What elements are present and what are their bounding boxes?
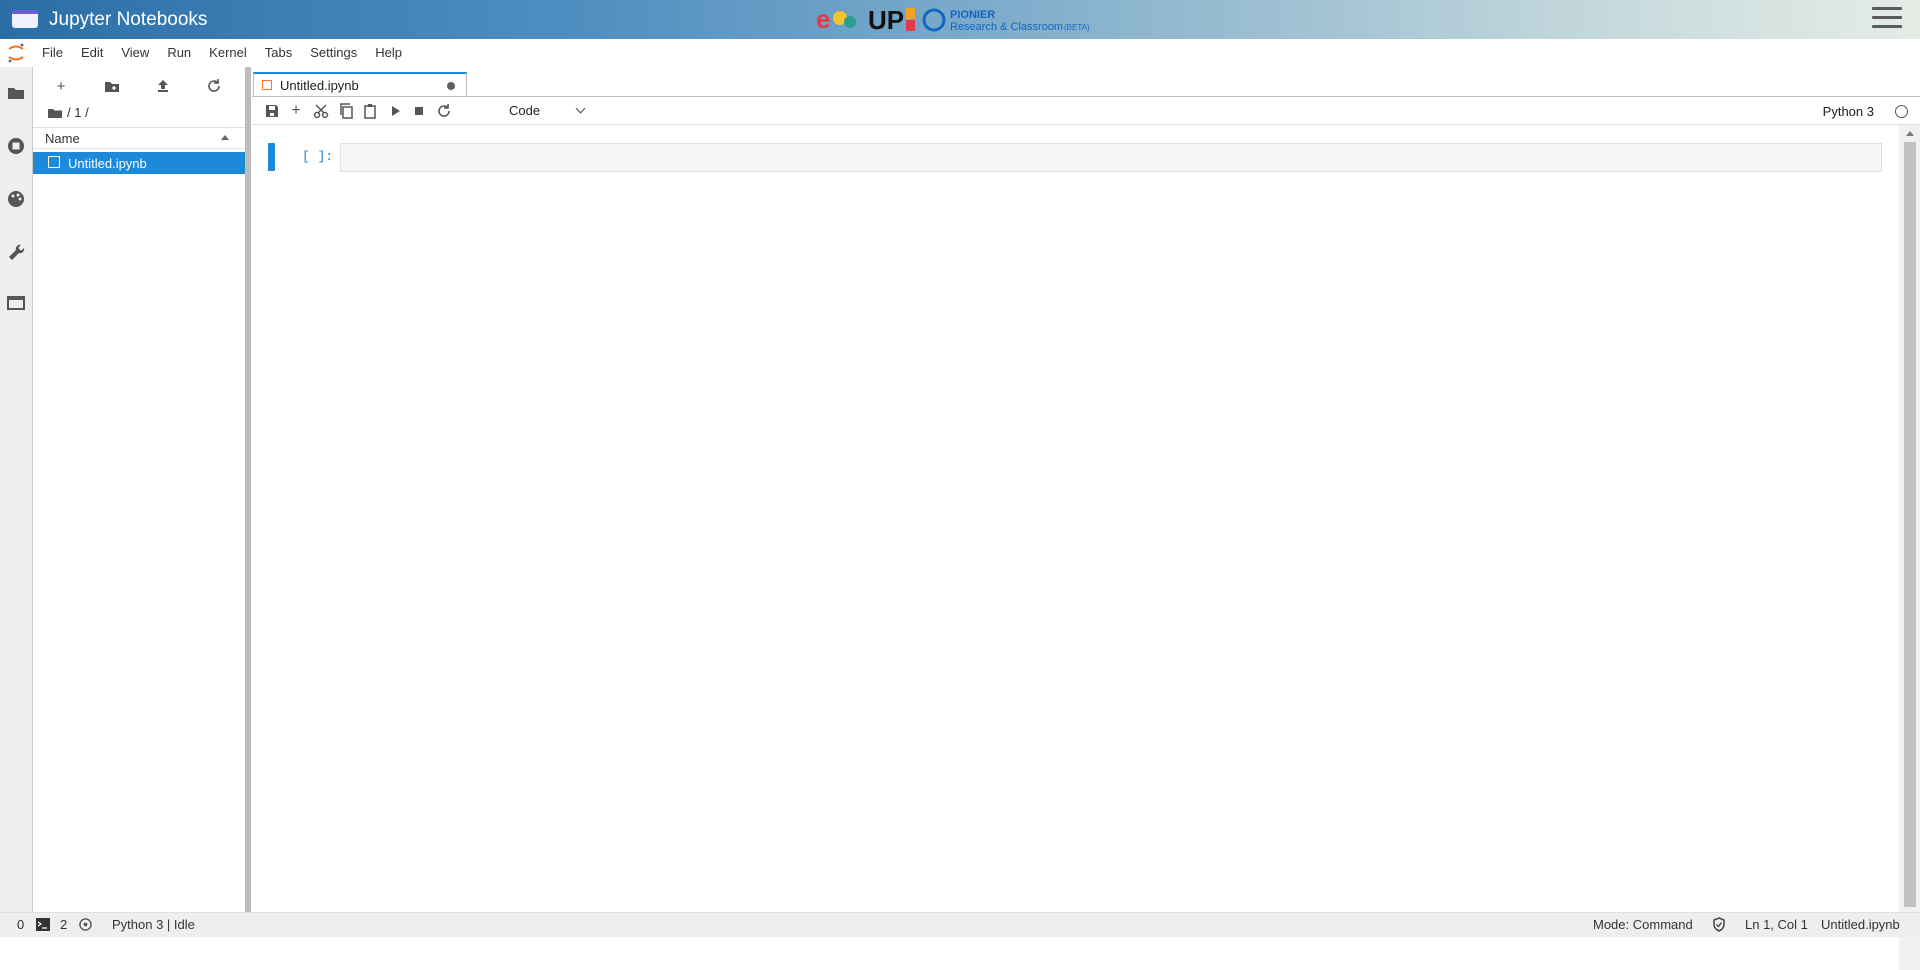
tab-untitled-notebook[interactable]: Untitled.ipynb bbox=[253, 72, 467, 96]
top-header-bar: Jupyter Notebooks e UP PIONIER Research … bbox=[0, 0, 1920, 39]
file-list-header[interactable]: Name bbox=[33, 127, 245, 149]
input-prompt: [ ]: bbox=[302, 149, 334, 164]
palette-icon[interactable] bbox=[6, 189, 26, 209]
hamburger-menu-icon[interactable] bbox=[1872, 7, 1902, 31]
kernels-count[interactable]: 2 bbox=[60, 917, 67, 932]
app-title: Jupyter Notebooks bbox=[49, 9, 208, 30]
breadcrumb: / 1 / bbox=[47, 105, 89, 120]
file-browser-panel: + / 1 / Name Untitled.ipynb bbox=[33, 67, 246, 912]
app-icon bbox=[12, 10, 38, 28]
chevron-down-icon bbox=[575, 103, 586, 114]
left-activity-bar bbox=[0, 67, 33, 912]
jupyter-logo-icon bbox=[8, 43, 24, 63]
file-list-item[interactable]: Untitled.ipynb bbox=[33, 152, 245, 174]
file-name[interactable]: Untitled.ipynb bbox=[68, 156, 147, 171]
logo-pionier: PIONIER bbox=[950, 9, 995, 21]
status-file-name: Untitled.ipynb bbox=[1821, 917, 1900, 932]
main-dock-area: Untitled.ipynb + Code Python 3 [ ]: bbox=[252, 67, 1920, 970]
notebook-scrollbar[interactable] bbox=[1899, 125, 1920, 970]
menu-view[interactable]: View bbox=[112, 39, 158, 66]
unsaved-dot-icon[interactable] bbox=[447, 82, 455, 90]
cell-type-value: Code bbox=[509, 103, 541, 118]
menu-kernel[interactable]: Kernel bbox=[200, 39, 256, 66]
panel-splitter[interactable] bbox=[245, 67, 251, 912]
scroll-up-arrow-icon[interactable] bbox=[1906, 131, 1914, 136]
save-icon[interactable] bbox=[262, 101, 282, 121]
sort-arrow-icon bbox=[221, 135, 229, 140]
insert-cell-icon[interactable]: + bbox=[286, 101, 306, 121]
menu-settings[interactable]: Settings bbox=[301, 39, 366, 66]
breadcrumb-path[interactable]: / 1 / bbox=[67, 105, 89, 120]
restart-icon[interactable] bbox=[434, 101, 454, 121]
cell-collapser[interactable] bbox=[268, 143, 275, 171]
menu-file[interactable]: File bbox=[33, 39, 72, 66]
refresh-icon[interactable] bbox=[204, 76, 224, 96]
cut-icon[interactable] bbox=[311, 101, 331, 121]
kernel-status-text[interactable]: Python 3 | Idle bbox=[112, 917, 195, 932]
menu-tabs[interactable]: Tabs bbox=[256, 39, 301, 66]
code-cell-input[interactable] bbox=[340, 143, 1882, 172]
run-icon[interactable] bbox=[385, 101, 405, 121]
terminals-count[interactable]: 0 bbox=[17, 917, 24, 932]
folder-icon[interactable] bbox=[6, 83, 26, 103]
cursor-position[interactable]: Ln 1, Col 1 bbox=[1745, 917, 1808, 932]
menu-run[interactable]: Run bbox=[158, 39, 200, 66]
paste-icon[interactable] bbox=[360, 101, 380, 121]
kernel-name[interactable]: Python 3 bbox=[1823, 104, 1874, 119]
running-icon[interactable] bbox=[6, 136, 26, 156]
cell-type-dropdown[interactable]: Code bbox=[506, 101, 586, 120]
notebook-toolbar: + Code Python 3 bbox=[252, 97, 1920, 125]
home-folder-icon[interactable] bbox=[47, 106, 63, 120]
menu-bar: File Edit View Run Kernel Tabs Settings Help bbox=[33, 39, 1920, 67]
new-folder-icon[interactable] bbox=[102, 76, 122, 96]
tab-bar: Untitled.ipynb bbox=[252, 67, 1920, 97]
logo-beta: (BETA) bbox=[1064, 23, 1090, 32]
new-launcher-plus-icon[interactable]: + bbox=[51, 76, 71, 96]
notebook-tab-icon bbox=[262, 80, 272, 90]
sponsor-logos: e UP PIONIER Research & Classroom (BETA) bbox=[816, 4, 1090, 34]
wrench-icon[interactable] bbox=[6, 241, 26, 261]
file-browser-toolbar: + bbox=[33, 72, 245, 100]
stop-icon[interactable] bbox=[409, 101, 429, 121]
logo-subtext: Research & Classroom bbox=[950, 21, 1063, 33]
menu-help[interactable]: Help bbox=[366, 39, 411, 66]
notebook-panel: [ ]: bbox=[252, 125, 1899, 912]
terminal-icon[interactable] bbox=[36, 918, 50, 931]
mode-indicator: Mode: Command bbox=[1593, 917, 1693, 932]
copy-icon[interactable] bbox=[336, 101, 356, 121]
kernel-globe-icon[interactable] bbox=[79, 918, 92, 931]
tab-label: Untitled.ipynb bbox=[280, 78, 359, 93]
upload-icon[interactable] bbox=[153, 76, 173, 96]
scrollbar-thumb[interactable] bbox=[1904, 142, 1916, 907]
svg-text:e: e bbox=[816, 4, 830, 34]
kernel-status-icon bbox=[1895, 105, 1908, 118]
status-bar: 0 2 Python 3 | Idle Mode: Command Ln 1, … bbox=[0, 912, 1920, 937]
menu-edit[interactable]: Edit bbox=[72, 39, 112, 66]
notebook-file-icon bbox=[48, 156, 60, 168]
svg-text:UP: UP bbox=[868, 5, 904, 34]
column-name-header[interactable]: Name bbox=[45, 131, 80, 146]
trusted-shield-icon[interactable] bbox=[1712, 917, 1726, 932]
tabs-icon[interactable] bbox=[6, 293, 26, 313]
